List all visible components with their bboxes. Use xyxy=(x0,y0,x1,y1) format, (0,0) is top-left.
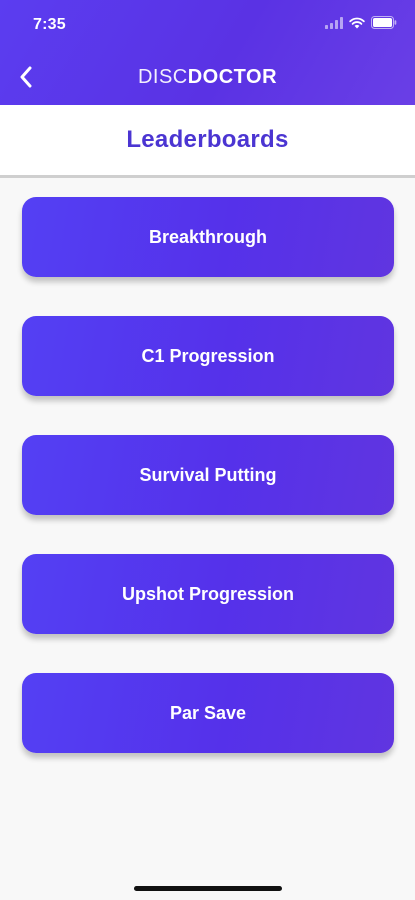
wifi-icon xyxy=(349,17,365,28)
leaderboard-list: Breakthrough C1 Progression Survival Put… xyxy=(22,197,394,792)
signal-icon xyxy=(325,16,343,29)
status-time: 7:35 xyxy=(33,16,66,33)
status-icons xyxy=(325,16,397,29)
leaderboard-button-survival-putting[interactable]: Survival Putting xyxy=(22,435,394,515)
home-indicator[interactable] xyxy=(134,886,282,891)
app-title-disc: DISC xyxy=(137,66,188,88)
battery-icon xyxy=(371,16,397,29)
page-title: Leaderboards xyxy=(126,126,289,153)
leaderboard-button-upshot-progression[interactable]: Upshot Progression xyxy=(22,554,394,634)
leaderboard-button-c1-progression[interactable]: C1 Progression xyxy=(22,316,394,396)
page-title-bar: Leaderboards xyxy=(0,105,415,178)
leaderboard-button-par-save[interactable]: Par Save xyxy=(22,673,394,753)
status-bar: 7:35 xyxy=(0,0,415,50)
app-header: 7:35 DISCDOCTOR xyxy=(0,0,415,105)
navigation-bar: DISCDOCTOR xyxy=(0,55,415,100)
app-title-doctor: DOCTOR xyxy=(187,66,278,88)
leaderboard-button-breakthrough[interactable]: Breakthrough xyxy=(22,197,394,277)
app-title: DISCDOCTOR xyxy=(0,66,415,89)
